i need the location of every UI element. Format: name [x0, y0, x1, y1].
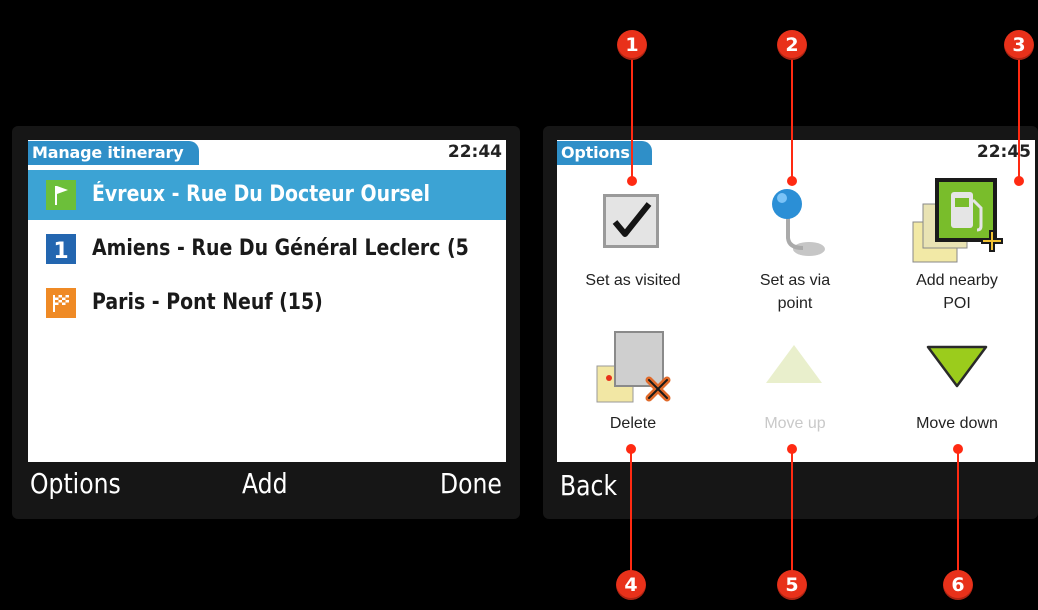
waypoint-1-icon: 1: [46, 234, 76, 264]
title-bar: Options 22:45: [557, 140, 1035, 168]
title-bar: Manage itinerary 22:44: [28, 140, 506, 168]
screen-title: Manage itinerary: [28, 141, 200, 165]
add-poi-fuel-icon: [912, 178, 1003, 263]
itinerary-item-label: Évreux - Rue Du Docteur Oursel: [92, 182, 430, 207]
clock: 22:44: [447, 142, 502, 162]
callout-badge-6: 6: [943, 570, 973, 600]
option-label: Set as via point: [720, 269, 870, 315]
option-label: Move down: [916, 415, 998, 432]
callout-badge-5: 5: [777, 570, 807, 600]
waypoint-badge-number: 1: [53, 239, 68, 264]
callout-badge-4: 4: [616, 570, 646, 600]
screen-title: Options: [557, 141, 652, 165]
clock: 22:45: [976, 142, 1031, 162]
options-softkey[interactable]: Options: [30, 464, 121, 504]
itinerary-item-label: Amiens - Rue Du Général Leclerc (5: [92, 236, 469, 261]
option-label: Add nearby POI: [916, 272, 998, 312]
finish-flag-icon: [46, 288, 76, 318]
option-label: Set as visited: [585, 272, 681, 289]
checkbox-check-icon: [603, 194, 659, 248]
itinerary-item-label: Paris - Pont Neuf (15): [92, 290, 323, 315]
itinerary-item-destination[interactable]: Paris - Pont Neuf (15): [28, 278, 506, 328]
start-flag-icon: [46, 180, 76, 210]
done-softkey[interactable]: Done: [440, 464, 502, 504]
callout-badge-1: 1: [617, 30, 647, 60]
arrow-up-icon: [766, 345, 822, 383]
arrow-down-icon: [926, 345, 988, 388]
option-label: Delete: [609, 415, 657, 432]
option-label: Move up: [764, 415, 826, 432]
callout-badge-2: 2: [777, 30, 807, 60]
itinerary-item-waypoint[interactable]: 1 Amiens - Rue Du Général Leclerc (5: [28, 224, 506, 274]
back-softkey[interactable]: Back: [560, 466, 617, 506]
delete-map-icon: [596, 331, 671, 403]
option-label-text: Set as via point: [759, 272, 831, 312]
itinerary-item-start[interactable]: Évreux - Rue Du Docteur Oursel: [28, 170, 506, 220]
callout-badge-3: 3: [1004, 30, 1034, 60]
options-screen: Options 22:45 Set as visited Set as via p…: [557, 140, 1035, 462]
manage-itinerary-screen: Manage itinerary 22:44 Évreux - Rue Du D…: [28, 140, 506, 462]
via-point-pin-icon: [772, 189, 825, 256]
add-softkey[interactable]: Add: [242, 464, 288, 504]
